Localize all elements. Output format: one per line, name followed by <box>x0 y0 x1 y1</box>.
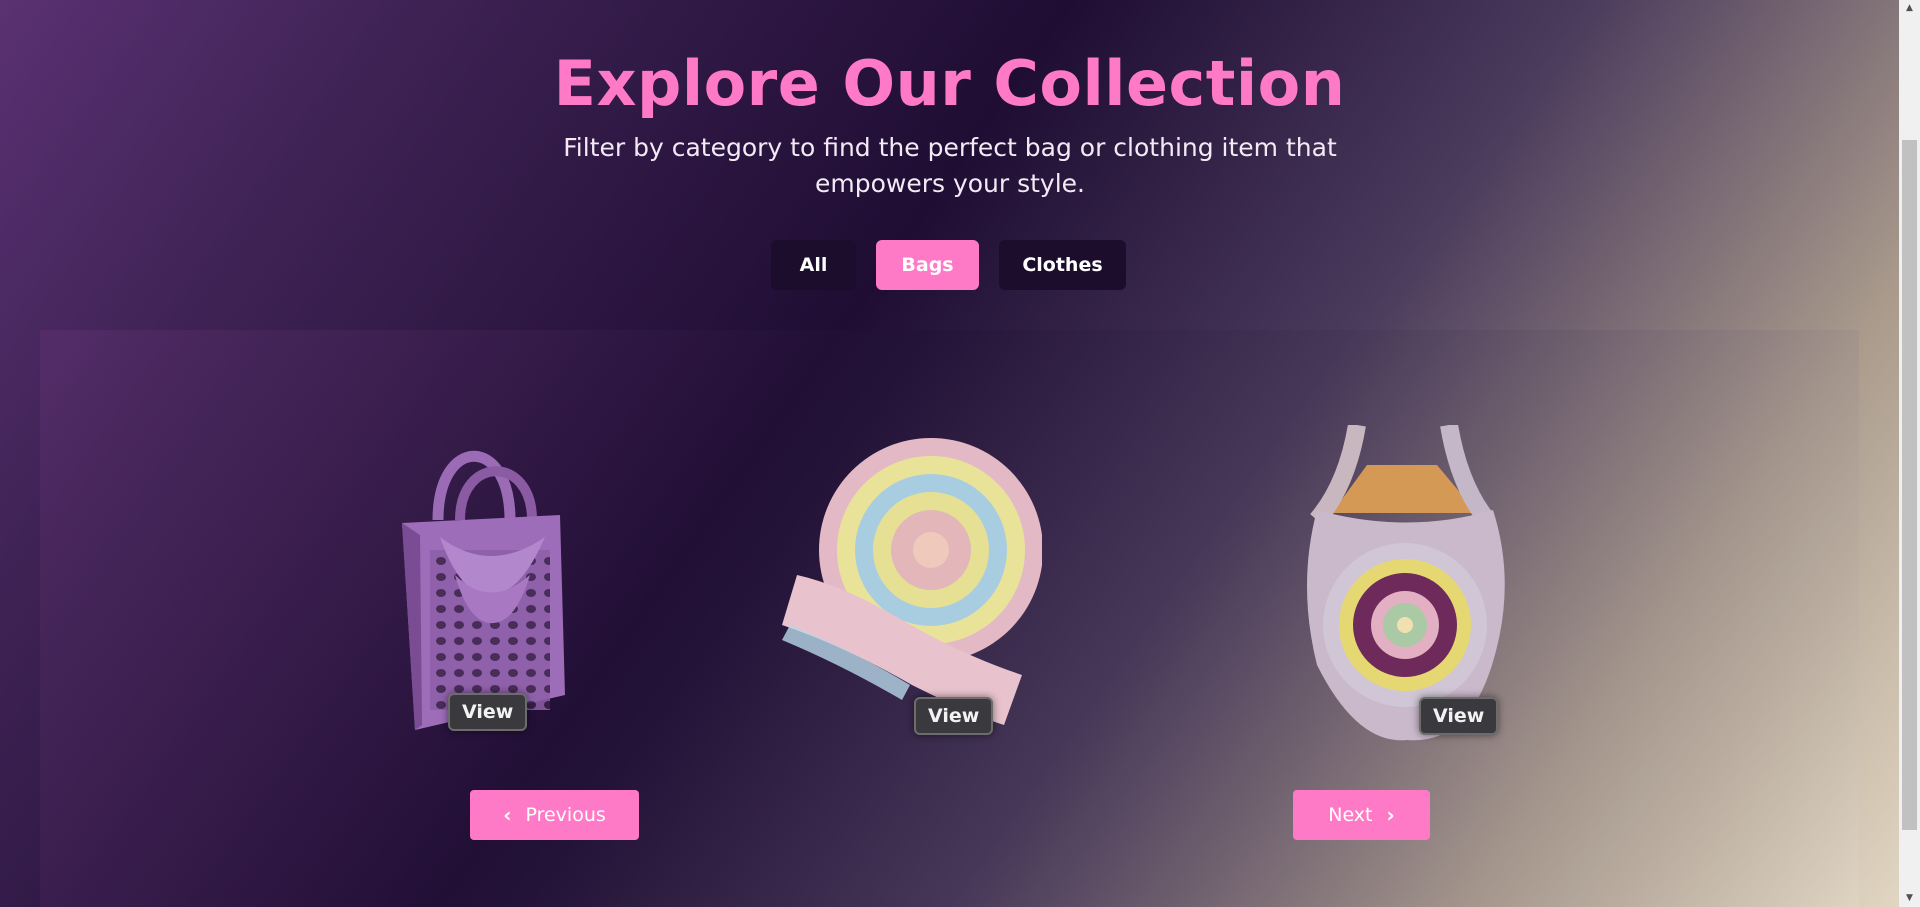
vertical-scrollbar[interactable]: ▲ ▼ <box>1899 0 1920 907</box>
scroll-up-arrow-icon[interactable]: ▲ <box>1899 0 1920 17</box>
category-filters: All Bags Clothes <box>0 240 1899 290</box>
page-subtitle: Filter by category to find the perfect b… <box>563 133 1337 198</box>
filter-all-button[interactable]: All <box>771 240 856 290</box>
product-card[interactable]: View <box>360 425 620 745</box>
product-card[interactable]: View <box>1277 425 1537 745</box>
scroll-thumb[interactable] <box>1902 140 1917 830</box>
next-label: Next <box>1328 804 1373 826</box>
scroll-down-arrow-icon[interactable]: ▼ <box>1899 890 1920 907</box>
filter-bags-button[interactable]: Bags <box>876 240 979 290</box>
view-button[interactable]: View <box>914 697 994 735</box>
next-button[interactable]: Next › <box>1293 790 1430 840</box>
view-button[interactable]: View <box>448 693 528 731</box>
filter-clothes-button[interactable]: Clothes <box>999 240 1126 290</box>
collection-page: Explore Our Collection Filter by categor… <box>0 0 1899 907</box>
chevron-left-icon: ‹ <box>503 803 512 827</box>
view-button[interactable]: View <box>1419 697 1499 735</box>
chevron-right-icon: › <box>1386 803 1395 827</box>
product-card[interactable]: View <box>782 425 1042 745</box>
previous-button[interactable]: ‹ Previous <box>470 790 639 840</box>
product-image <box>782 438 1042 725</box>
previous-label: Previous <box>525 804 606 826</box>
product-gallery: View View View <box>40 330 1859 907</box>
page-title: Explore Our Collection <box>553 47 1346 120</box>
product-image <box>1307 425 1505 741</box>
